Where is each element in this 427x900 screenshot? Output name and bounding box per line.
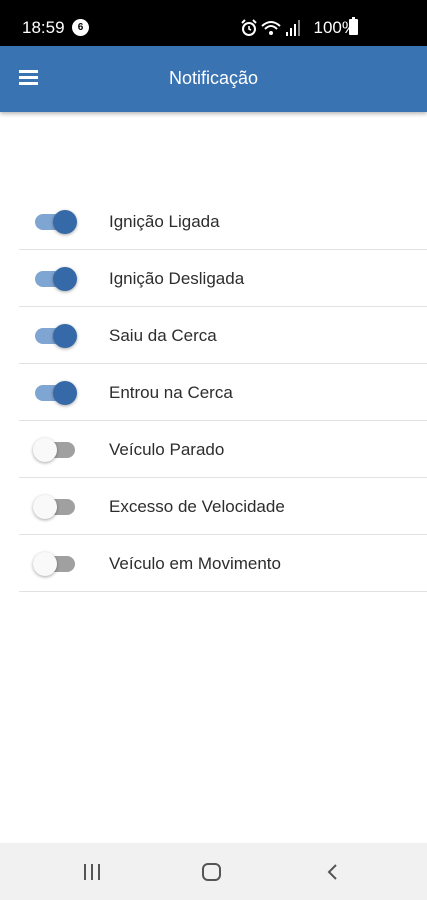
notification-row: Entrou na Cerca	[19, 364, 427, 421]
notification-row: Veículo em Movimento	[19, 535, 427, 592]
notification-toggle[interactable]	[33, 381, 77, 405]
notification-label: Ignição Desligada	[109, 269, 245, 288]
notification-row: Ignição Ligada	[19, 193, 427, 250]
notification-label: Veículo Parado	[109, 440, 225, 459]
alarm-icon	[241, 19, 257, 36]
system-nav-bar	[0, 843, 427, 900]
notification-row: Ignição Desligada	[19, 250, 427, 307]
status-time: 18:59	[22, 18, 65, 37]
app-bar: Notificação	[0, 46, 427, 112]
status-bar: 18:59 6 100%	[0, 0, 427, 46]
notification-toggle[interactable]	[33, 438, 77, 462]
page-title: Notificação	[168, 68, 259, 88]
notification-toggle[interactable]	[33, 495, 77, 519]
toggle-thumb	[33, 552, 57, 576]
notification-toggle[interactable]	[33, 267, 77, 291]
toggle-thumb	[33, 438, 57, 462]
notification-label: Ignição Ligada	[109, 212, 220, 231]
notification-row: Excesso de Velocidade	[19, 478, 427, 535]
recents-icon[interactable]	[84, 864, 102, 880]
toggle-thumb	[53, 267, 77, 291]
back-icon[interactable]	[326, 863, 340, 881]
notification-toggle[interactable]	[33, 324, 77, 348]
notification-badge: 6	[72, 19, 89, 36]
notification-label: Excesso de Velocidade	[109, 497, 285, 516]
notification-toggle[interactable]	[33, 210, 77, 234]
toggle-thumb	[53, 381, 77, 405]
notification-label: Saiu da Cerca	[109, 326, 217, 345]
toggle-thumb	[53, 210, 77, 234]
wifi-icon	[261, 21, 281, 35]
notification-row: Saiu da Cerca	[19, 307, 427, 364]
signal-icon	[286, 20, 300, 36]
battery-icon	[349, 17, 358, 35]
notification-list: Ignição Ligada Ignição Desligada Saiu da C…	[19, 193, 427, 592]
notification-row: Veículo Parado	[19, 421, 427, 478]
notification-label: Entrou na Cerca	[109, 383, 233, 402]
notification-label: Veículo em Movimento	[109, 554, 281, 573]
notification-toggle[interactable]	[33, 552, 77, 576]
toggle-thumb	[33, 495, 57, 519]
toggle-thumb	[53, 324, 77, 348]
status-icons	[241, 19, 300, 36]
home-icon[interactable]	[202, 863, 221, 881]
